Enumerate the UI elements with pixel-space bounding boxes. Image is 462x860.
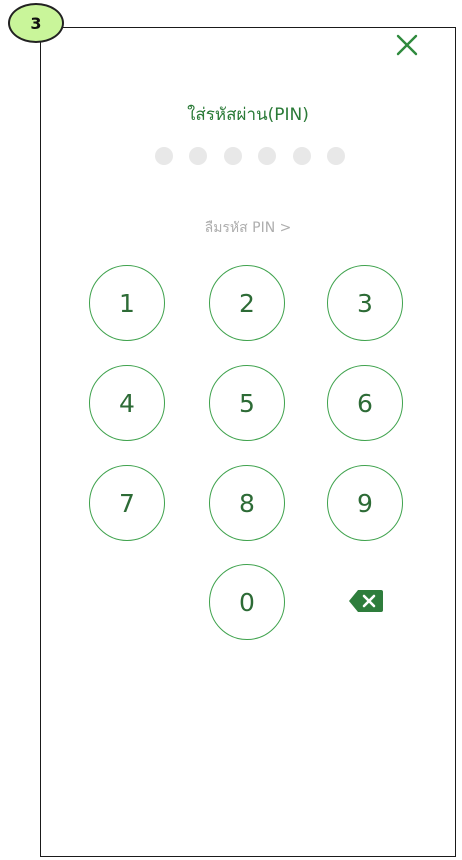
key-1[interactable]: 1 xyxy=(89,265,165,341)
backspace-icon[interactable] xyxy=(348,589,384,613)
close-icon[interactable] xyxy=(392,30,422,60)
step-badge: 3 xyxy=(8,3,64,43)
key-5[interactable]: 5 xyxy=(209,365,285,441)
pin-dot xyxy=(292,147,311,165)
key-8[interactable]: 8 xyxy=(209,465,285,541)
pin-dot xyxy=(326,147,345,165)
pin-title: ใส่รหัสผ่าน(PIN) xyxy=(187,105,309,125)
key-3[interactable]: 3 xyxy=(327,265,403,341)
pin-dot xyxy=(189,147,208,165)
key-9[interactable]: 9 xyxy=(327,465,403,541)
pin-dot xyxy=(155,147,173,165)
pin-dot xyxy=(223,147,242,165)
key-2[interactable]: 2 xyxy=(209,265,285,341)
pin-dot xyxy=(258,147,277,165)
key-7[interactable]: 7 xyxy=(89,465,165,541)
screen: 3 ใส่รหัสผ่าน(PIN) ลืมรหัส PIN > 1 2 3 4… xyxy=(0,0,462,860)
key-4[interactable]: 4 xyxy=(89,365,165,441)
key-6[interactable]: 6 xyxy=(327,365,403,441)
pin-dots xyxy=(155,147,345,167)
forgot-pin-link[interactable]: ลืมรหัส PIN > xyxy=(40,217,456,239)
key-0[interactable]: 0 xyxy=(209,564,285,640)
